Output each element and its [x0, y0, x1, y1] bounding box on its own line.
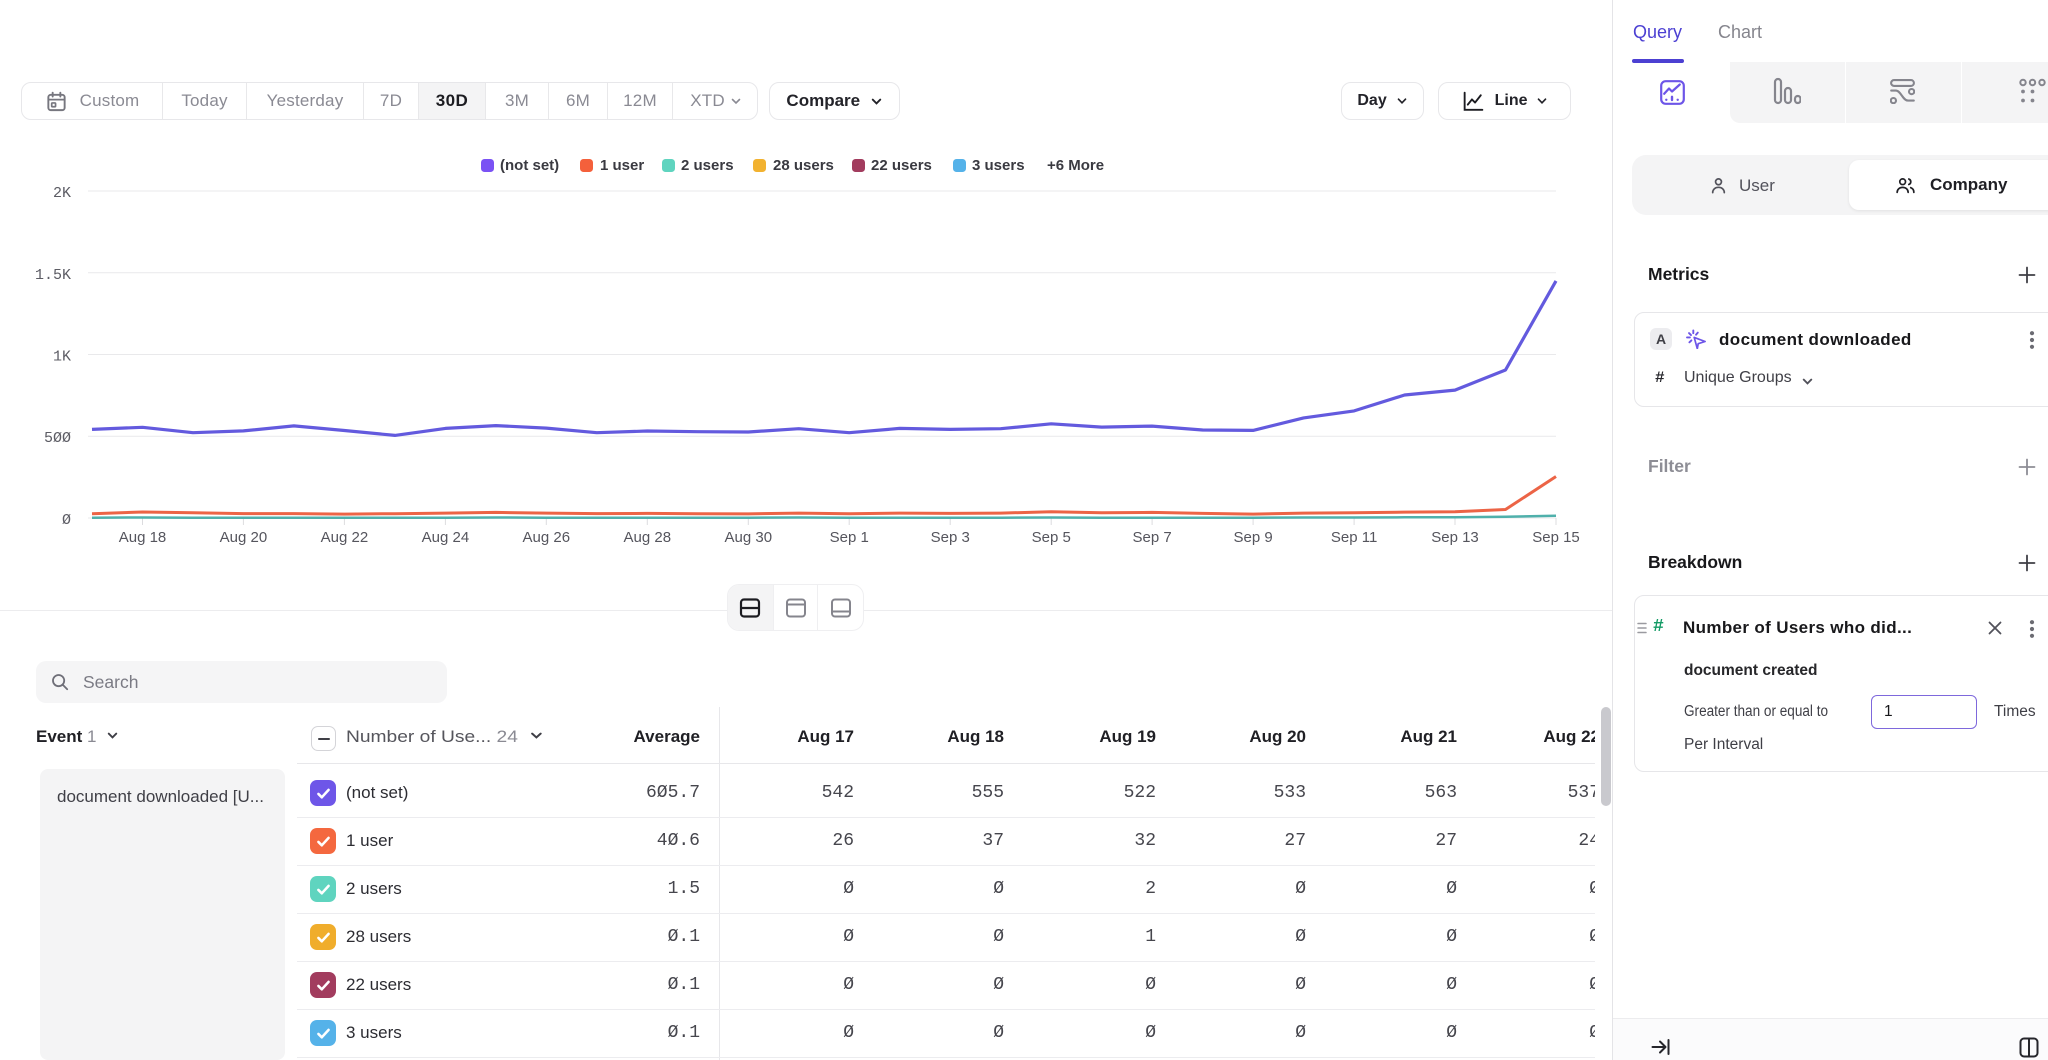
svg-text:Sep 1: Sep 1: [830, 529, 869, 546]
svg-text:Sep 5: Sep 5: [1032, 529, 1071, 546]
svg-text:Aug 22: Aug 22: [321, 529, 369, 546]
svg-text:Aug 20: Aug 20: [220, 529, 268, 546]
svg-text:Aug 28: Aug 28: [624, 529, 672, 546]
svg-text:Sep 9: Sep 9: [1233, 529, 1272, 546]
svg-text:Ø: Ø: [62, 512, 71, 529]
svg-text:Aug 30: Aug 30: [725, 529, 773, 546]
svg-text:Aug 18: Aug 18: [119, 529, 167, 546]
svg-text:1.5K: 1.5K: [35, 267, 71, 284]
svg-text:Sep 3: Sep 3: [931, 529, 970, 546]
svg-text:Aug 26: Aug 26: [523, 529, 571, 546]
svg-text:Aug 24: Aug 24: [422, 529, 470, 546]
svg-text:5ØØ: 5ØØ: [44, 430, 71, 447]
svg-text:Sep 13: Sep 13: [1431, 529, 1479, 546]
svg-text:Sep 7: Sep 7: [1132, 529, 1171, 546]
svg-text:2K: 2K: [53, 185, 71, 202]
svg-text:Sep 15: Sep 15: [1532, 529, 1580, 546]
svg-text:1K: 1K: [53, 349, 71, 366]
svg-text:Sep 11: Sep 11: [1331, 529, 1377, 546]
